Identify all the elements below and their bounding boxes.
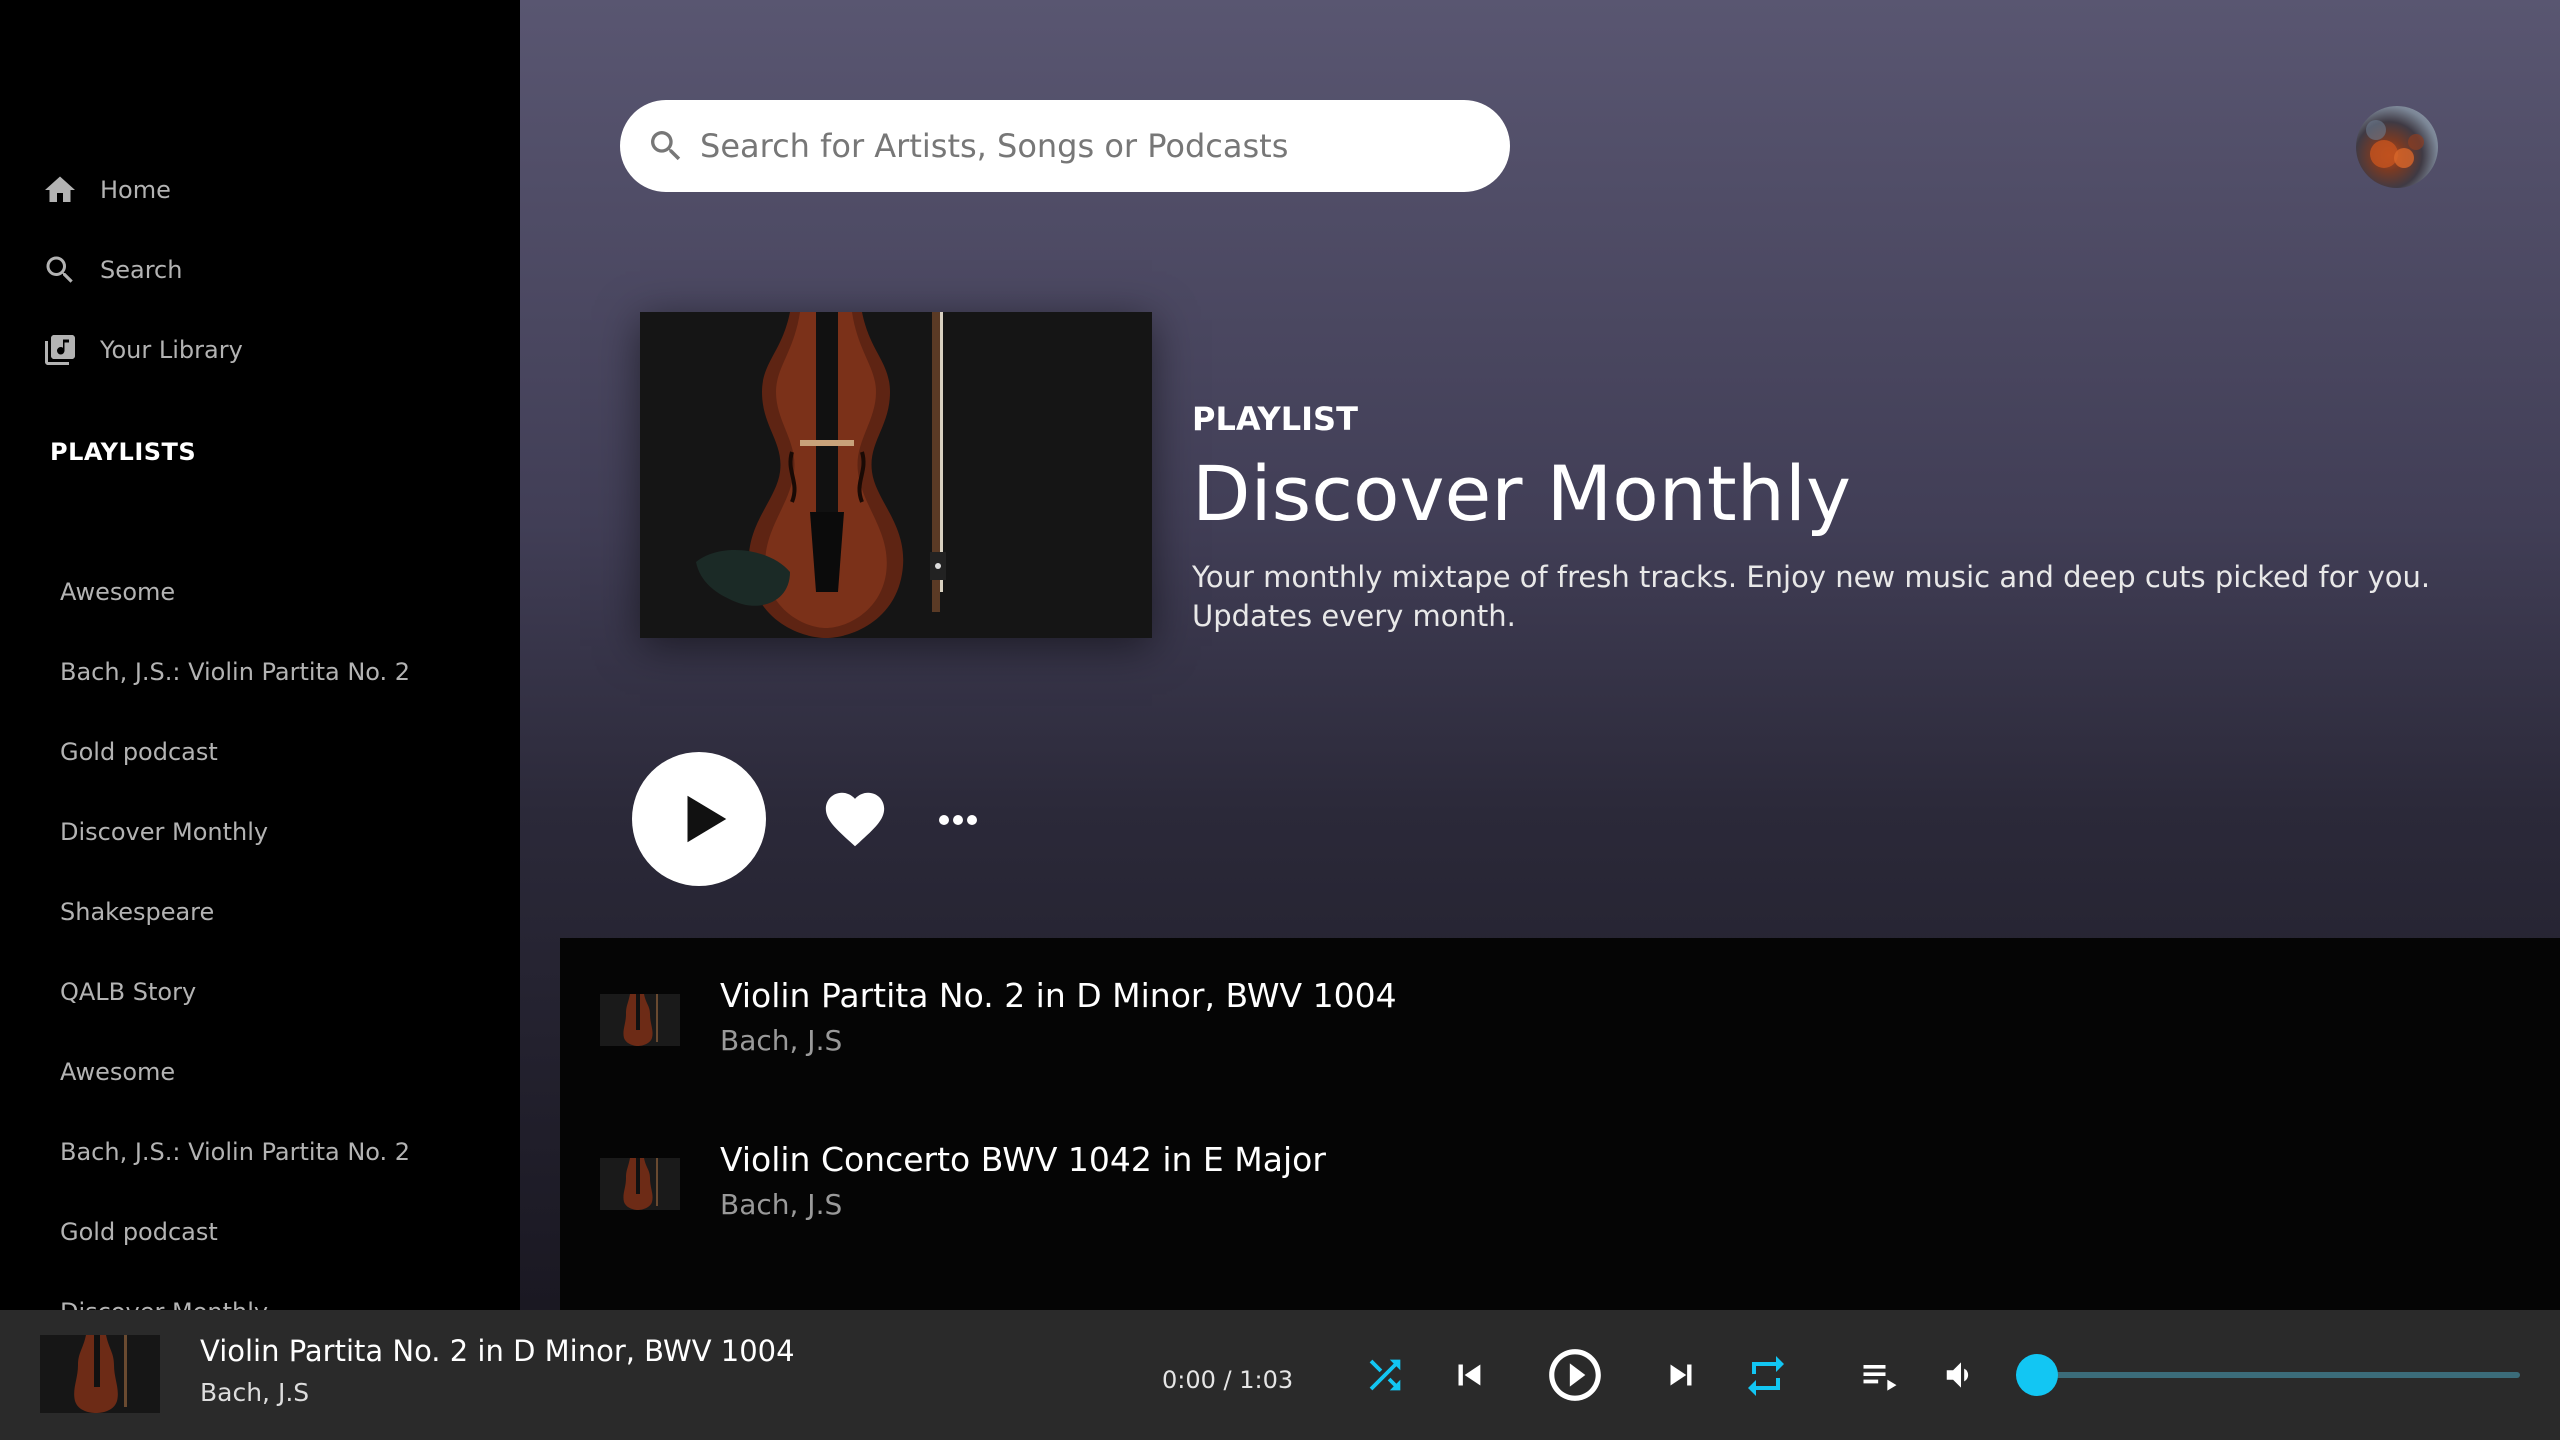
sidebar-playlist-item[interactable]: Bach, J.S.: Violin Partita No. 2 (60, 1112, 410, 1192)
sidebar-playlist-item[interactable]: Awesome (60, 1032, 410, 1112)
home-icon (40, 170, 80, 210)
play-icon (1549, 1349, 1601, 1401)
sidebar-nav: Home Search Your Library (40, 150, 243, 390)
playlist-cover (640, 312, 1152, 638)
track-list: Violin Partita No. 2 in D Minor, BWV 100… (560, 938, 2560, 1310)
playlist-description: Your monthly mixtape of fresh tracks. En… (1192, 559, 2431, 633)
track-thumbnail (600, 994, 680, 1046)
search-icon (651, 131, 681, 161)
next-icon (1670, 1364, 1692, 1386)
sidebar-playlist-item[interactable]: QALB Story (60, 952, 410, 1032)
playlist-info: PLAYLIST Discover Monthly Your monthly m… (1192, 400, 2482, 636)
sidebar: Home Search Your Library PLAYLISTS Aweso… (0, 0, 520, 1310)
now-playing-thumbnail[interactable] (40, 1335, 160, 1413)
playlist-list: Awesome Bach, J.S.: Violin Partita No. 2… (60, 552, 410, 1310)
sidebar-playlist-item[interactable]: Shakespeare (60, 872, 410, 952)
volume-button[interactable] (1942, 1356, 1980, 1394)
volume-slider[interactable] (2016, 1354, 2520, 1396)
player-bar: Violin Partita No. 2 in D Minor, BWV 100… (0, 1310, 2560, 1440)
repeat-icon (1748, 1356, 1784, 1396)
previous-button[interactable] (1448, 1354, 1490, 1396)
now-playing-title: Violin Partita No. 2 in D Minor, BWV 100… (200, 1334, 795, 1368)
library-icon (40, 330, 80, 370)
volume-slider-knob[interactable] (2016, 1354, 2058, 1396)
sidebar-playlist-item[interactable]: Awesome (60, 552, 410, 632)
more-icon (939, 815, 977, 825)
track-artist: Bach, J.S (720, 1188, 843, 1221)
user-avatar[interactable] (2356, 106, 2438, 188)
player-play-button[interactable] (1544, 1344, 1606, 1406)
sidebar-item-search[interactable]: Search (40, 230, 243, 310)
shuffle-icon (1369, 1359, 1401, 1391)
violin-image (640, 312, 1152, 638)
playlist-type-label: PLAYLIST (1192, 400, 1358, 438)
shuffle-button[interactable] (1362, 1352, 1408, 1398)
play-button[interactable] (632, 752, 766, 886)
sidebar-item-your-library[interactable]: Your Library (40, 310, 243, 390)
play-icon (687, 795, 727, 843)
track-row[interactable]: Violin Partita No. 2 in D Minor, BWV 100… (560, 938, 2560, 1102)
sidebar-playlist-item[interactable]: Discover Monthly (60, 792, 410, 872)
track-artist: Bach, J.S (720, 1024, 843, 1057)
sidebar-playlist-item[interactable]: Bach, J.S.: Violin Partita No. 2 (60, 632, 410, 712)
previous-icon (1458, 1364, 1481, 1386)
track-title: Violin Partita No. 2 in D Minor, BWV 100… (720, 976, 1397, 1015)
main-content: PLAYLIST Discover Monthly Your monthly m… (520, 0, 2560, 1310)
search-input[interactable] (700, 127, 1480, 165)
sidebar-item-label: Home (100, 176, 171, 204)
sidebar-item-home[interactable]: Home (40, 150, 243, 230)
more-options-button[interactable] (930, 800, 986, 840)
repeat-button[interactable] (1742, 1352, 1790, 1400)
search-bar[interactable] (620, 100, 1510, 192)
queue-icon (1863, 1365, 1897, 1391)
playback-time: 0:00 / 1:03 (1162, 1366, 1294, 1394)
like-button[interactable] (820, 784, 890, 854)
track-row[interactable]: Violin Concerto BWV 1042 in E Major Bach… (560, 1102, 2560, 1266)
app-window: Home Search Your Library PLAYLISTS Aweso… (0, 0, 2560, 1440)
playlist-title: Discover Monthly (1192, 449, 1851, 538)
sidebar-playlist-item[interactable]: Discover Monthly (60, 1272, 410, 1310)
track-title: Violin Concerto BWV 1042 in E Major (720, 1140, 1326, 1179)
now-playing-artist: Bach, J.S (200, 1378, 310, 1407)
heart-icon (825, 792, 885, 847)
sidebar-item-label: Search (100, 256, 183, 284)
search-icon (40, 250, 80, 290)
queue-button[interactable] (1858, 1354, 1902, 1398)
track-thumbnail (600, 1158, 680, 1210)
sidebar-playlist-item[interactable]: Gold podcast (60, 1192, 410, 1272)
next-button[interactable] (1660, 1354, 1702, 1396)
sidebar-playlist-item[interactable]: Gold podcast (60, 712, 410, 792)
volume-icon (1946, 1362, 1969, 1388)
playlists-heading: PLAYLISTS (50, 438, 197, 466)
sidebar-item-label: Your Library (100, 336, 243, 364)
